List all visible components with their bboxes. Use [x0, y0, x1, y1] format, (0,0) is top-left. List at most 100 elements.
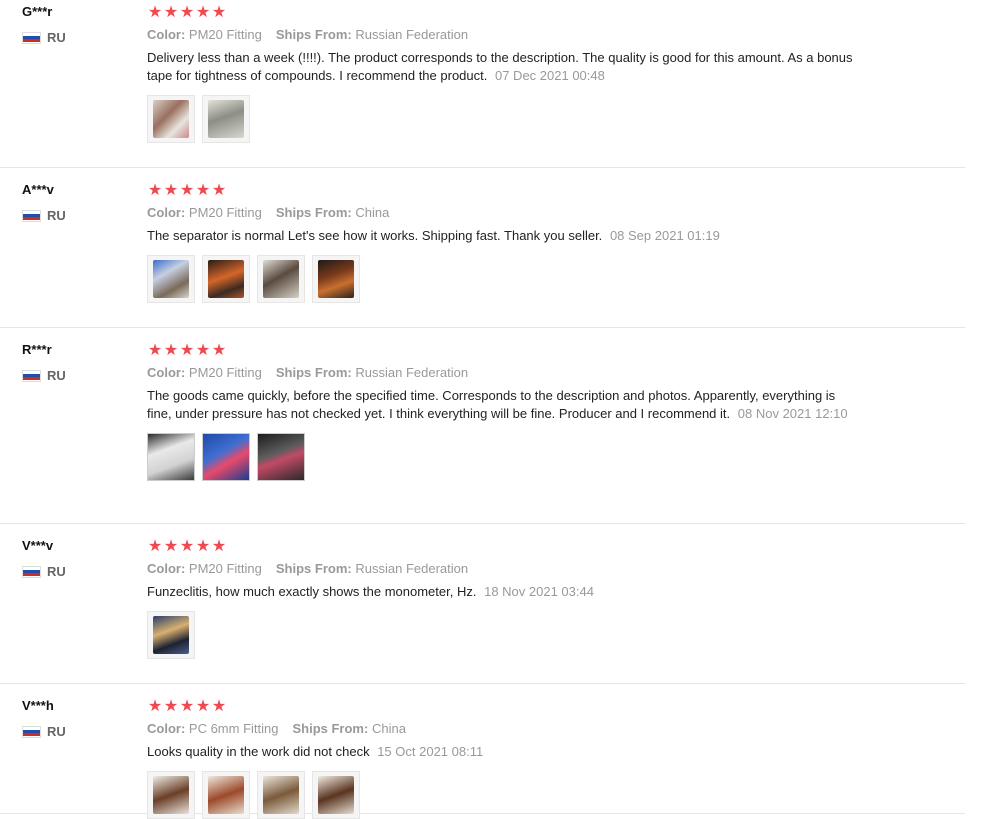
- reviewer-name: V***h: [22, 698, 54, 713]
- russia-flag-icon: [22, 565, 41, 578]
- review-text-block: Funzeclitis, how much exactly shows the …: [147, 583, 862, 601]
- russia-flag-icon: [22, 725, 41, 738]
- star-icon: ★: [163, 538, 179, 555]
- review-photos: [147, 95, 862, 143]
- reviewer-country: RU: [22, 564, 132, 579]
- review-photo-thumbnail[interactable]: [147, 611, 195, 659]
- ships-from-label: Ships From:: [275, 365, 352, 380]
- review-photo-thumbnail[interactable]: [312, 255, 360, 303]
- star-icon: ★: [179, 182, 195, 199]
- star-icon: ★: [147, 342, 163, 359]
- color-value: PM20 Fitting: [188, 27, 262, 42]
- star-rating: ★ ★ ★ ★ ★: [147, 341, 862, 361]
- review-photo-thumbnail[interactable]: [257, 255, 305, 303]
- ships-from-value: Russian Federation: [355, 561, 469, 576]
- review-content: ★ ★ ★ ★ ★ Color: PM20 Fitting Ships From: Russ…: [147, 338, 862, 481]
- color-value: PC 6mm Fitting: [188, 721, 279, 736]
- star-rating: ★ ★ ★ ★ ★: [147, 3, 862, 23]
- order-attributes: Color: PM20 Fitting Ships From: Russian F…: [147, 26, 862, 44]
- ships-from-label: Ships From:: [292, 721, 369, 736]
- country-code: RU: [47, 208, 66, 223]
- country-code: RU: [47, 30, 66, 45]
- review-text-block: The separator is normal Let's see how it…: [147, 227, 862, 245]
- color-value: PM20 Fitting: [188, 365, 262, 380]
- ships-from-value: China: [371, 721, 406, 736]
- color-value: PM20 Fitting: [188, 561, 262, 576]
- color-label: Color:: [147, 721, 186, 736]
- review-photo-thumbnail[interactable]: [257, 433, 305, 481]
- star-icon: ★: [211, 182, 227, 199]
- reviewer-name: G***r: [22, 4, 53, 19]
- review-photos: [147, 433, 862, 481]
- review-date: 15 Oct 2021 08:11: [377, 744, 484, 759]
- color-label: Color:: [147, 205, 186, 220]
- review-date: 18 Nov 2021 03:44: [484, 584, 594, 599]
- star-icon: ★: [163, 182, 179, 199]
- star-icon: ★: [147, 182, 163, 199]
- reviewer-info: A***v RU: [22, 182, 132, 223]
- country-code: RU: [47, 724, 66, 739]
- review-photos: [147, 771, 862, 819]
- reviewer-info: V***h RU: [22, 698, 132, 739]
- review-photo-thumbnail[interactable]: [312, 771, 360, 819]
- star-icon: ★: [211, 4, 227, 21]
- star-icon: ★: [163, 342, 179, 359]
- review-photo-thumbnail[interactable]: [202, 255, 250, 303]
- color-label: Color:: [147, 365, 186, 380]
- ships-from-label: Ships From:: [275, 205, 352, 220]
- reviewer-country: RU: [22, 724, 132, 739]
- review-content: ★ ★ ★ ★ ★ Color: PM20 Fitting Ships From: Russ…: [147, 534, 862, 659]
- reviewer-country: RU: [22, 30, 132, 45]
- star-icon: ★: [211, 342, 227, 359]
- review-content: ★ ★ ★ ★ ★ Color: PM20 Fitting Ships From: Chin…: [147, 178, 862, 303]
- star-icon: ★: [195, 698, 211, 715]
- review-text-block: Looks quality in the work did not check …: [147, 743, 862, 761]
- ships-from-value: Russian Federation: [355, 27, 469, 42]
- country-code: RU: [47, 368, 66, 383]
- reviewer-info: R***r RU: [22, 342, 132, 383]
- ships-from-value: Russian Federation: [355, 365, 469, 380]
- reviewer-info: V***v RU: [22, 538, 132, 579]
- review-text-block: The goods came quickly, before the speci…: [147, 387, 862, 423]
- color-label: Color:: [147, 27, 186, 42]
- review-photo-thumbnail[interactable]: [147, 95, 195, 143]
- review-photos: [147, 255, 862, 303]
- russia-flag-icon: [22, 209, 41, 222]
- star-icon: ★: [163, 698, 179, 715]
- review-text: The goods came quickly, before the speci…: [147, 388, 836, 421]
- reviewer-country: RU: [22, 208, 132, 223]
- star-rating: ★ ★ ★ ★ ★: [147, 537, 862, 557]
- review-photo-thumbnail[interactable]: [147, 255, 195, 303]
- order-attributes: Color: PM20 Fitting Ships From: Russian F…: [147, 560, 862, 578]
- star-icon: ★: [147, 698, 163, 715]
- star-icon: ★: [195, 4, 211, 21]
- country-code: RU: [47, 564, 66, 579]
- review-photo-thumbnail[interactable]: [202, 771, 250, 819]
- review-photo-thumbnail[interactable]: [202, 433, 250, 481]
- star-icon: ★: [179, 4, 195, 21]
- ships-from-label: Ships From:: [275, 27, 352, 42]
- order-attributes: Color: PC 6mm Fitting Ships From: China: [147, 720, 862, 738]
- review-content: ★ ★ ★ ★ ★ Color: PM20 Fitting Ships From: Russ…: [147, 0, 862, 143]
- order-attributes: Color: PM20 Fitting Ships From: Russian F…: [147, 364, 862, 382]
- review-text-block: Delivery less than a week (!!!!). The pr…: [147, 49, 862, 85]
- review-photo-thumbnail[interactable]: [257, 771, 305, 819]
- star-rating: ★ ★ ★ ★ ★: [147, 697, 862, 717]
- star-rating: ★ ★ ★ ★ ★: [147, 181, 862, 201]
- ships-from-label: Ships From:: [275, 561, 352, 576]
- review-item: A***v RU ★ ★ ★ ★ ★ Color: PM20 Fitting Ships Fro…: [0, 178, 965, 328]
- reviewer-info: G***r RU: [22, 4, 132, 45]
- review-photos: [147, 611, 862, 659]
- russia-flag-icon: [22, 369, 41, 382]
- review-item: V***v RU ★ ★ ★ ★ ★ Color: PM20 Fitting Ships Fro…: [0, 534, 965, 684]
- order-attributes: Color: PM20 Fitting Ships From: China: [147, 204, 862, 222]
- reviewer-name: R***r: [22, 342, 52, 357]
- reviewer-name: A***v: [22, 182, 54, 197]
- star-icon: ★: [179, 698, 195, 715]
- review-photo-thumbnail[interactable]: [202, 95, 250, 143]
- review-date: 07 Dec 2021 00:48: [494, 68, 605, 83]
- review-photo-thumbnail[interactable]: [147, 771, 195, 819]
- review-content: ★ ★ ★ ★ ★ Color: PC 6mm Fitting Ships From: Ch…: [147, 694, 862, 819]
- review-photo-thumbnail[interactable]: [147, 433, 195, 481]
- star-icon: ★: [195, 342, 211, 359]
